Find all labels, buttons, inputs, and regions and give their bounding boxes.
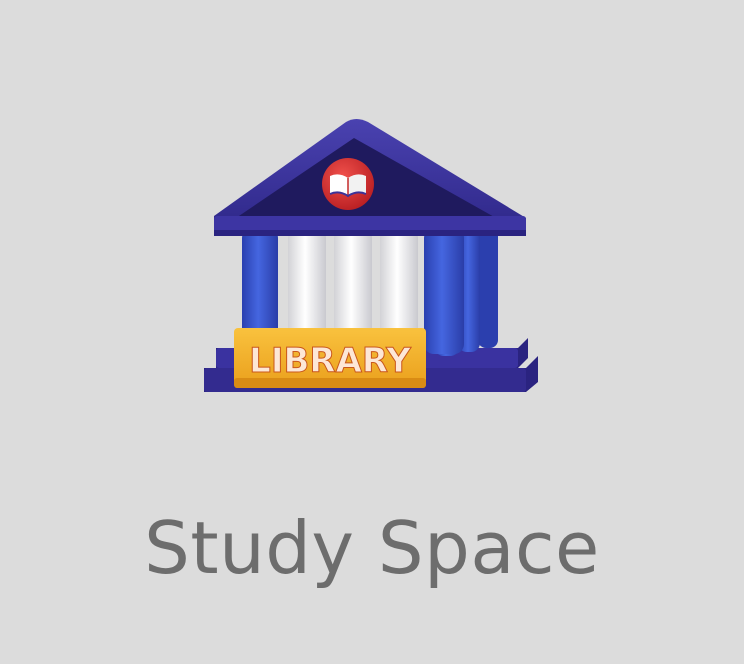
app-tile[interactable]: LIBRARY Study Space <box>0 0 744 664</box>
library-building-icon: LIBRARY <box>204 119 538 392</box>
open-book-icon <box>322 158 374 210</box>
app-label: Study Space <box>144 506 600 590</box>
library-sign-text: LIBRARY <box>249 341 411 381</box>
library-sign: LIBRARY <box>234 328 426 388</box>
